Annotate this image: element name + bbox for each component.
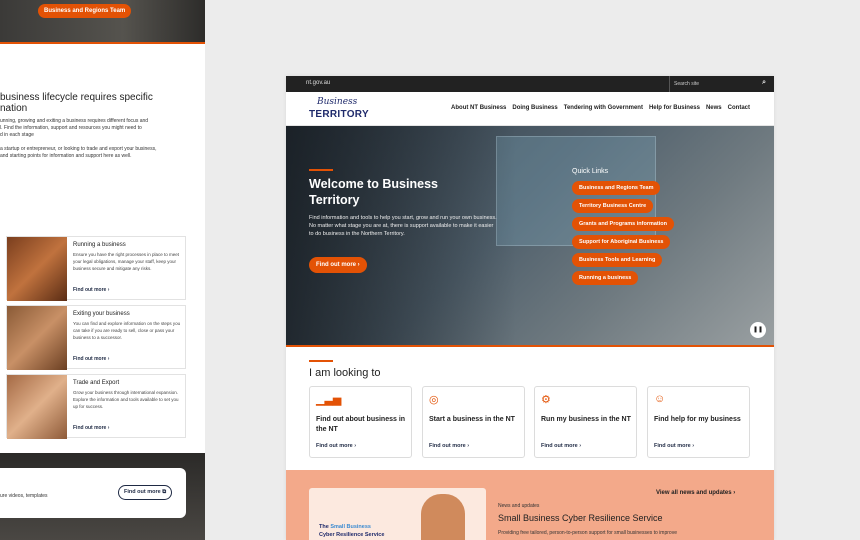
news-desc: Providing free tailored, person-to-perso… xyxy=(498,530,677,536)
news-image-text-3: Cyber Resilience Service xyxy=(319,532,385,538)
lifecycle-paragraph: unning, growing and exiting a business r… xyxy=(0,118,149,138)
bar-chart-icon: ▁▃▅ xyxy=(316,394,342,406)
card-about-business[interactable]: ▁▃▅ Find out about business in the NT Fi… xyxy=(309,386,412,458)
card-desc: You can find and explore information on … xyxy=(73,321,181,340)
orange-divider xyxy=(286,345,774,347)
view-all-news-link[interactable]: View all news and updates › xyxy=(656,490,735,496)
card-running-business[interactable]: Running a business Ensure you have the r… xyxy=(6,236,186,301)
gear-icon: ⚙ xyxy=(541,394,551,406)
card-desc: Ensure you have the right processes in p… xyxy=(73,252,180,271)
card-exiting-business[interactable]: Exiting your business You can find and e… xyxy=(6,305,186,370)
quick-links-title: Quick Links xyxy=(572,168,609,175)
quick-link-grants[interactable]: Grants and Programs information xyxy=(572,217,675,231)
logo-word: TERRITORY xyxy=(309,109,369,120)
search-placeholder: Search site xyxy=(674,81,700,87)
card-title: Find out about business in the NT xyxy=(316,416,406,433)
gov-bar: nt.gov.au Search site ⌕ xyxy=(286,76,774,92)
accent-bar xyxy=(309,360,333,362)
gov-link[interactable]: nt.gov.au xyxy=(306,80,330,86)
card-start-business[interactable]: ◎ Start a business in the NT Find out mo… xyxy=(422,386,525,458)
card-link[interactable]: Find out more › xyxy=(73,425,109,431)
card-link[interactable]: Find out more › xyxy=(541,443,581,449)
card-link[interactable]: Find out more › xyxy=(73,356,109,362)
nav-news[interactable]: News xyxy=(706,105,722,111)
resources-text: ure videos, templates xyxy=(0,493,48,499)
search-icon[interactable]: ⌕ xyxy=(762,79,766,87)
news-title[interactable]: Small Business Cyber Resilience Service xyxy=(498,513,663,523)
lifecycle-heading: business lifecycle requires specific nat… xyxy=(0,92,153,114)
hero-title: Welcome to Business Territory xyxy=(309,177,438,207)
main-page: nt.gov.au Search site ⌕ Business TERRITO… xyxy=(286,76,774,540)
card-photo xyxy=(7,237,67,301)
news-image-text-2: Small Business xyxy=(330,524,371,530)
card-photo xyxy=(7,306,67,370)
nav-tendering[interactable]: Tendering with Government xyxy=(564,105,643,111)
news-photo-person xyxy=(421,494,465,540)
news-section: View all news and updates › The Small Bu… xyxy=(286,470,774,540)
card-title: Running a business xyxy=(73,242,126,248)
news-image[interactable]: The Small Business Cyber Resilience Serv… xyxy=(309,488,486,540)
search-input[interactable]: Search site ⌕ xyxy=(669,76,774,92)
quick-link-regions-team[interactable]: Business and Regions Team xyxy=(572,181,661,195)
hero-find-out-more-button[interactable]: Find out more › xyxy=(309,257,367,273)
pause-icon[interactable]: ❚❚ xyxy=(750,322,766,338)
card-link[interactable]: Find out more › xyxy=(316,443,356,449)
quick-link-aboriginal-business[interactable]: Support for Aboriginal Business xyxy=(572,235,671,249)
accent-bar xyxy=(309,169,333,171)
quick-link-tools[interactable]: Business Tools and Learning xyxy=(572,253,663,267)
hero-banner: Welcome to Business Territory Find infor… xyxy=(286,126,774,345)
card-run-business[interactable]: ⚙ Run my business in the NT Find out mor… xyxy=(534,386,637,458)
nav-contact[interactable]: Contact xyxy=(728,105,750,111)
banner-image: Business and Regions Team xyxy=(0,0,205,44)
resources-box: ure videos, templates Find out more ⧉ xyxy=(0,468,186,518)
help-icon: ☺ xyxy=(654,393,666,405)
looking-title: I am looking to xyxy=(309,367,381,379)
startup-paragraph: a startup or entrepreneur, or looking to… xyxy=(0,146,157,159)
card-desc: Grow your business through international… xyxy=(73,390,179,409)
news-label: News and updates xyxy=(498,503,540,509)
quick-links: Quick Links Business and Regions Team Te… xyxy=(572,168,675,289)
background-page: Business and Regions Team business lifec… xyxy=(0,0,205,540)
nav-doing-business[interactable]: Doing Business xyxy=(512,105,557,111)
card-find-help[interactable]: ☺ Find help for my business Find out mor… xyxy=(647,386,750,458)
hero-text: Find information and tools to help you s… xyxy=(309,215,497,237)
card-title: Exiting your business xyxy=(73,311,130,317)
card-trade-export[interactable]: Trade and Export Grow your business thro… xyxy=(6,374,186,439)
target-icon: ◎ xyxy=(429,394,439,406)
main-nav: About NT Business Doing Business Tenderi… xyxy=(451,105,750,111)
nav-about[interactable]: About NT Business xyxy=(451,105,506,111)
find-out-more-external-button[interactable]: Find out more ⧉ xyxy=(118,485,173,500)
business-regions-button[interactable]: Business and Regions Team xyxy=(38,4,132,18)
business-territory-logo[interactable]: Business TERRITORY xyxy=(309,97,369,123)
card-link[interactable]: Find out more › xyxy=(429,443,469,449)
card-link[interactable]: Find out more › xyxy=(73,287,109,293)
quick-link-business-centre[interactable]: Territory Business Centre xyxy=(572,199,654,213)
card-link[interactable]: Find out more › xyxy=(654,443,694,449)
card-title: Trade and Export xyxy=(73,380,120,386)
nav-help[interactable]: Help for Business xyxy=(649,105,700,111)
site-header: Business TERRITORY About NT Business Doi… xyxy=(286,92,774,126)
card-title: Start a business in the NT xyxy=(429,416,515,423)
news-image-text-1: The xyxy=(319,524,331,530)
quick-link-running[interactable]: Running a business xyxy=(572,271,639,285)
logo-script: Business xyxy=(317,97,358,107)
card-title: Run my business in the NT xyxy=(541,416,631,423)
card-photo xyxy=(7,375,67,439)
news-image-text: The Small Business Cyber Resilience Serv… xyxy=(319,523,384,539)
card-title: Find help for my business xyxy=(654,416,741,423)
